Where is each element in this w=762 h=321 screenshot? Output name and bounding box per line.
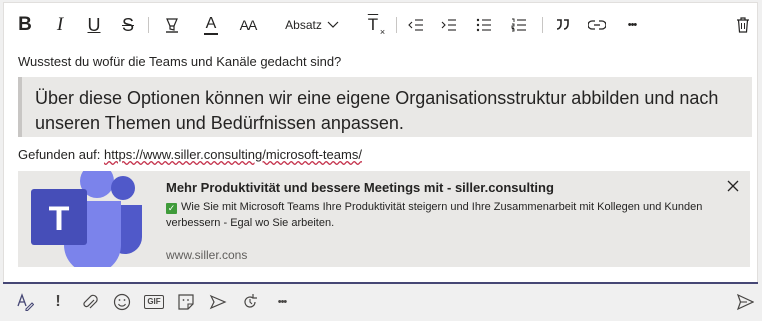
clear-format-icon: T × bbox=[367, 15, 385, 37]
increase-indent-button[interactable] bbox=[438, 13, 460, 37]
toolbar-divider bbox=[148, 17, 149, 33]
chevron-down-icon bbox=[327, 21, 339, 28]
check-icon: ✓ bbox=[166, 203, 177, 214]
link-icon bbox=[588, 20, 606, 30]
attach-button[interactable] bbox=[79, 291, 101, 313]
strikethrough-icon: S bbox=[121, 14, 134, 35]
highlight-icon bbox=[166, 18, 178, 33]
font-size-button[interactable]: AA bbox=[236, 13, 260, 37]
paragraph-style-dropdown[interactable]: Absatz bbox=[282, 13, 342, 37]
blockquote-text: Über diese Optionen können wir eine eige… bbox=[35, 88, 719, 133]
emoji-icon bbox=[113, 293, 131, 311]
link-preview-url: www.siller.cons bbox=[166, 248, 248, 262]
numbered-list-button[interactable] bbox=[508, 13, 530, 37]
more-options-button[interactable]: ••• bbox=[271, 291, 293, 313]
delete-button[interactable] bbox=[733, 13, 753, 37]
bold-icon: B bbox=[18, 14, 32, 35]
message-line: Wusstest du wofür die Teams und Kanäle g… bbox=[18, 54, 342, 69]
underline-icon: U bbox=[87, 14, 101, 35]
format-icon bbox=[17, 293, 34, 311]
underline-button[interactable]: U bbox=[85, 13, 103, 37]
important-icon: ! bbox=[55, 293, 61, 310]
clear-format-button[interactable]: T × bbox=[361, 13, 385, 37]
highlight-button[interactable] bbox=[161, 13, 183, 37]
close-preview-button[interactable] bbox=[724, 177, 742, 195]
more-button[interactable]: ••• bbox=[621, 13, 643, 37]
toolbar-divider bbox=[396, 17, 397, 33]
emoji-button[interactable] bbox=[111, 291, 133, 313]
font-color-icon: A bbox=[205, 14, 217, 32]
send-button[interactable] bbox=[734, 291, 756, 313]
compose-toolbar: ! GIF ••• bbox=[0, 284, 762, 321]
clear-format-glyph: T bbox=[367, 15, 379, 34]
link-button[interactable] bbox=[586, 13, 608, 37]
font-color-button[interactable]: A bbox=[200, 13, 222, 37]
sticker-button[interactable] bbox=[175, 291, 197, 313]
decrease-indent-icon bbox=[408, 19, 423, 31]
loop-button[interactable] bbox=[239, 291, 261, 313]
sticker-icon bbox=[178, 294, 194, 310]
link-preview-description: ✓ Wie Sie mit Microsoft Teams Ihre Produk… bbox=[166, 199, 726, 231]
toolbar-divider bbox=[542, 17, 543, 33]
more-icon: ••• bbox=[627, 19, 638, 31]
teams-logo-image: T bbox=[18, 171, 150, 267]
more-options-icon: ••• bbox=[277, 296, 288, 308]
strikethrough-button[interactable]: S bbox=[119, 13, 137, 37]
gif-button[interactable]: GIF bbox=[143, 291, 165, 313]
source-label: Gefunden auf: bbox=[18, 147, 105, 162]
decrease-indent-button[interactable] bbox=[405, 13, 427, 37]
italic-button[interactable]: I bbox=[51, 13, 69, 37]
format-button[interactable] bbox=[14, 291, 36, 313]
close-icon bbox=[727, 180, 739, 192]
loop-icon bbox=[244, 294, 257, 308]
quote-icon bbox=[556, 19, 569, 30]
bold-button[interactable]: B bbox=[16, 13, 34, 37]
send-icon bbox=[736, 293, 754, 311]
format-toolbar: B I U S A AA Absatz T × ••• bbox=[4, 3, 757, 47]
meet-now-button[interactable] bbox=[207, 291, 229, 313]
source-link[interactable]: https://www.siller.consulting/microsoft-… bbox=[104, 147, 362, 162]
important-button[interactable]: ! bbox=[47, 291, 69, 313]
gif-icon: GIF bbox=[144, 295, 164, 309]
gif-label: GIF bbox=[147, 297, 161, 306]
message-editor[interactable]: B I U S A AA Absatz T × ••• Wusstest du … bbox=[3, 2, 758, 282]
trash-icon bbox=[737, 17, 749, 33]
bulleted-list-button[interactable] bbox=[473, 13, 495, 37]
quote-button[interactable] bbox=[552, 13, 574, 37]
meet-now-icon bbox=[209, 294, 227, 310]
link-preview-card[interactable]: T Mehr Produktivität und bessere Meeting… bbox=[18, 171, 750, 267]
paragraph-style-label: Absatz bbox=[285, 18, 322, 32]
teams-logo-icon: T bbox=[31, 171, 142, 267]
font-color-underline bbox=[204, 32, 218, 35]
blockquote: Über diese Optionen können wir eine eige… bbox=[18, 77, 752, 137]
link-preview-description-text: Wie Sie mit Microsoft Teams Ihre Produkt… bbox=[166, 201, 703, 229]
link-preview-title: Mehr Produktivität und bessere Meetings … bbox=[166, 180, 554, 195]
bulleted-list-icon bbox=[476, 18, 491, 32]
teams-logo-letter: T bbox=[49, 200, 70, 238]
numbered-list-icon bbox=[511, 18, 526, 32]
clear-format-x: × bbox=[379, 27, 386, 37]
italic-icon: I bbox=[56, 14, 64, 35]
font-size-icon: AA bbox=[239, 17, 258, 33]
increase-indent-icon bbox=[441, 19, 456, 31]
attach-icon bbox=[83, 294, 98, 309]
source-line: Gefunden auf: https://www.siller.consult… bbox=[18, 147, 362, 162]
